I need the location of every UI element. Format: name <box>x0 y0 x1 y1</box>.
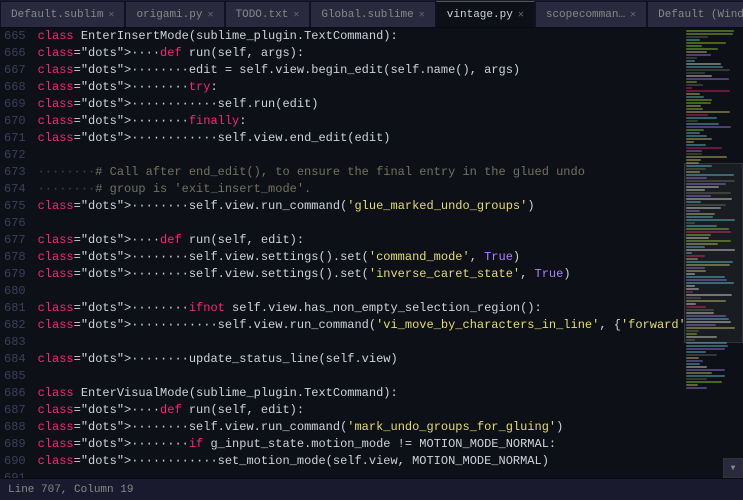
table-row: class="dots">····def run(self, edit): <box>38 232 683 249</box>
tab-label: Default (Wind… <box>658 9 743 21</box>
code-lines[interactable]: class EnterInsertMode(sublime_plugin.Tex… <box>34 28 683 478</box>
table-row <box>38 334 683 351</box>
table-row: class="dots">············self.run(edit) <box>38 96 683 113</box>
table-row <box>38 368 683 385</box>
editor-area: 6656666676686696706716726736746756766776… <box>0 28 683 478</box>
table-row: class="dots">········finally: <box>38 113 683 130</box>
tab-label: Default.sublim <box>11 9 103 21</box>
tab-default-sublim[interactable]: Default.sublim ✕ <box>0 1 125 27</box>
minimap[interactable]: ▼ <box>683 28 743 478</box>
table-row <box>38 470 683 478</box>
tab-bar: Default.sublim ✕ origami.py ✕ TODO.txt ✕… <box>0 0 743 28</box>
table-row: class EnterInsertMode(sublime_plugin.Tex… <box>38 28 683 45</box>
table-row: class="dots">········self.view.run_comma… <box>38 198 683 215</box>
table-row: class="dots">············set_motion_mode… <box>38 453 683 470</box>
tab-label: Global.sublime <box>321 9 413 21</box>
tab-todo[interactable]: TODO.txt ✕ <box>225 1 311 27</box>
table-row <box>38 147 683 164</box>
table-row: class="dots">········self.view.run_comma… <box>38 419 683 436</box>
table-row: ········# Call after end_edit(), to ensu… <box>38 164 683 181</box>
close-icon[interactable]: ✕ <box>108 9 114 21</box>
tab-scopecomman[interactable]: scopecomman… ✕ <box>535 1 647 27</box>
table-row: class="dots">············self.view.end_e… <box>38 130 683 147</box>
table-row: class EnterVisualMode(sublime_plugin.Tex… <box>38 385 683 402</box>
table-row: class="dots">····def run(self, args): <box>38 45 683 62</box>
table-row: class="dots">········edit = self.view.be… <box>38 62 683 79</box>
code-container: 6656666676686696706716726736746756766776… <box>0 28 683 478</box>
tab-global-sublime[interactable]: Global.sublime ✕ <box>310 1 435 27</box>
tab-default-wind[interactable]: Default (Wind… ✕ <box>647 1 743 27</box>
table-row: class="dots">········if not self.view.ha… <box>38 300 683 317</box>
close-icon[interactable]: ✕ <box>419 9 425 21</box>
tab-label: TODO.txt <box>236 9 289 21</box>
table-row: class="dots">········self.view.settings(… <box>38 249 683 266</box>
line-numbers: 6656666676686696706716726736746756766776… <box>0 28 34 478</box>
table-row <box>38 283 683 300</box>
scroll-down-button[interactable]: ▼ <box>723 458 743 478</box>
table-row: class="dots">········update_status_line(… <box>38 351 683 368</box>
table-row: ········# group is 'exit_insert_mode'. <box>38 181 683 198</box>
tab-origami[interactable]: origami.py ✕ <box>125 1 224 27</box>
close-icon[interactable]: ✕ <box>518 9 524 21</box>
main-content: 6656666676686696706716726736746756766776… <box>0 28 743 478</box>
tab-vintage[interactable]: vintage.py ✕ <box>436 1 535 27</box>
table-row <box>38 215 683 232</box>
minimap-viewport <box>684 163 743 343</box>
status-bar: Line 707, Column 19 <box>0 478 743 500</box>
table-row: class="dots">········try: <box>38 79 683 96</box>
tab-label: scopecomman… <box>546 9 625 21</box>
status-text: Line 707, Column 19 <box>8 484 133 496</box>
tab-label: origami.py <box>136 9 202 21</box>
tab-label: vintage.py <box>447 9 513 21</box>
table-row: class="dots">············self.view.run_c… <box>38 317 683 334</box>
table-row: class="dots">····def run(self, edit): <box>38 402 683 419</box>
table-row: class="dots">········if g_input_state.mo… <box>38 436 683 453</box>
table-row: class="dots">········self.view.settings(… <box>38 266 683 283</box>
close-icon[interactable]: ✕ <box>207 9 213 21</box>
close-icon[interactable]: ✕ <box>293 9 299 21</box>
close-icon[interactable]: ✕ <box>630 9 636 21</box>
